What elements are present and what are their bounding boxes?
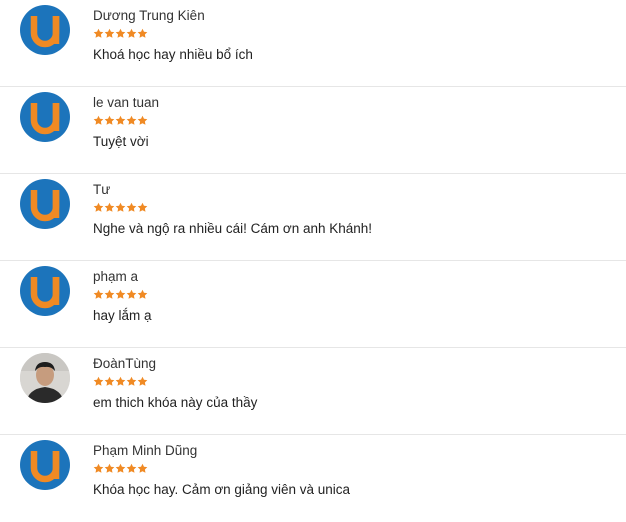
star-icon (104, 289, 115, 299)
star-icon (126, 376, 137, 386)
star-icon (137, 202, 148, 212)
star-icon (93, 28, 104, 38)
review-item: phạm a hay lắm ạ (0, 261, 626, 348)
review-item: Dương Trung Kiên Khoá học hay nhiều bổ í… (0, 0, 626, 87)
star-icon (126, 289, 137, 299)
star-icon (93, 202, 104, 212)
unica-logo-icon (30, 103, 60, 135)
star-icon (93, 289, 104, 299)
avatar-unica-logo (20, 179, 70, 229)
star-icon (93, 463, 104, 473)
review-item: ĐoànTùng em thich khóa này của thầy (0, 348, 626, 435)
review-comment: em thich khóa này của thầy (93, 395, 258, 410)
star-icon (137, 463, 148, 473)
rating-stars (93, 289, 616, 301)
star-icon (93, 115, 104, 125)
review-comment: Tuyệt vời (93, 134, 149, 149)
unica-logo-icon (30, 16, 60, 48)
review-list: Dương Trung Kiên Khoá học hay nhiều bổ í… (0, 0, 626, 522)
star-icon (126, 115, 137, 125)
rating-stars (93, 115, 616, 127)
unica-logo-icon (30, 451, 60, 483)
star-icon (137, 289, 148, 299)
rating-stars (93, 28, 616, 40)
rating-stars (93, 376, 616, 388)
star-icon (137, 115, 148, 125)
avatar-unica-logo (20, 266, 70, 316)
rating-stars (93, 463, 616, 475)
star-icon (104, 115, 115, 125)
user-photo-icon (20, 353, 70, 403)
star-icon (115, 115, 126, 125)
star-icon (104, 28, 115, 38)
unica-logo-icon (30, 190, 60, 222)
reviewer-name: Tư (93, 182, 111, 197)
reviewer-name: phạm a (93, 269, 139, 284)
review-comment: hay lắm ạ (93, 308, 152, 323)
avatar-user-photo (20, 353, 70, 403)
star-icon (115, 202, 126, 212)
star-icon (126, 202, 137, 212)
review-comment: Khoá học hay nhiều bổ ích (93, 47, 253, 62)
star-icon (137, 376, 148, 386)
review-comment: Nghe và ngộ ra nhiều cái! Cám ơn anh Khá… (93, 221, 373, 236)
rating-stars (93, 202, 616, 214)
reviewer-name: ĐoànTùng (93, 356, 157, 371)
avatar-unica-logo (20, 5, 70, 55)
star-icon (115, 28, 126, 38)
star-icon (126, 463, 137, 473)
reviewer-name: Phạm Minh Dũng (93, 443, 198, 458)
star-icon (104, 376, 115, 386)
star-icon (137, 28, 148, 38)
avatar-unica-logo (20, 440, 70, 490)
review-item: Tư Nghe và ngộ ra nhiều cái! Cám ơn anh … (0, 174, 626, 261)
star-icon (115, 289, 126, 299)
star-icon (104, 202, 115, 212)
star-icon (93, 376, 104, 386)
review-comment: Khóa học hay. Cảm ơn giảng viên và unica (93, 482, 351, 497)
star-icon (115, 376, 126, 386)
star-icon (115, 463, 126, 473)
reviewer-name: Dương Trung Kiên (93, 8, 205, 23)
avatar-unica-logo (20, 92, 70, 142)
reviewer-name: le van tuan (93, 95, 160, 110)
star-icon (104, 463, 115, 473)
unica-logo-icon (30, 277, 60, 309)
review-item: Phạm Minh Dũng Khóa học hay. Cảm ơn giản… (0, 435, 626, 522)
star-icon (126, 28, 137, 38)
review-item: le van tuan Tuyệt vời (0, 87, 626, 174)
